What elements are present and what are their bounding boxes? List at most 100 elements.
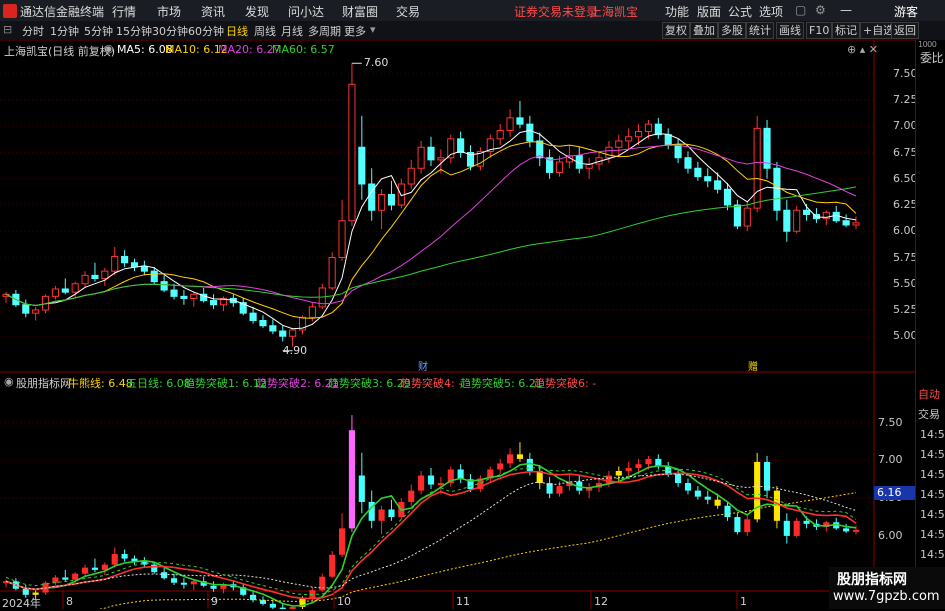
- tool-fanhui[interactable]: 返回: [891, 22, 919, 39]
- period-more[interactable]: 更多: [344, 23, 366, 39]
- sub-candle-body: [388, 509, 395, 518]
- sub-candle-body: [358, 475, 365, 502]
- candle-body: [714, 180, 722, 190]
- sub-ma10-line: [5, 470, 857, 600]
- menu-caifuquan[interactable]: 财富圈: [342, 3, 378, 20]
- period-5min[interactable]: 5分钟: [84, 23, 113, 39]
- period-1min[interactable]: 1分钟: [50, 23, 79, 39]
- candle-body: [32, 309, 40, 314]
- main-y-tick: 6.75: [893, 145, 918, 159]
- main-y-tick: 6.25: [893, 198, 918, 211]
- candle-body: [289, 329, 297, 337]
- sub-candle-body: [714, 499, 721, 506]
- sub-candle-body: [645, 458, 652, 465]
- main-y-tick: 5.00: [893, 329, 918, 343]
- menu-xuanxiang[interactable]: 选项: [759, 3, 783, 20]
- main-y-tick: 7.25: [893, 93, 918, 106]
- marker-cai[interactable]: 财: [418, 358, 428, 373]
- sub-candle-body: [170, 578, 178, 583]
- sub-candle-body: [526, 458, 533, 471]
- tab-trade[interactable]: 交易: [916, 405, 945, 425]
- login-status[interactable]: 证券交易未登录: [514, 3, 598, 20]
- settings-icon[interactable]: ⚙: [815, 3, 826, 17]
- candle-body: [803, 209, 811, 215]
- collapse-icon[interactable]: ⊟: [3, 23, 12, 36]
- tool-fuquan[interactable]: 复权: [662, 22, 690, 39]
- candle-body: [170, 289, 178, 297]
- tool-f10[interactable]: F10: [806, 22, 833, 39]
- sub-candle-body: [259, 600, 267, 604]
- period-week[interactable]: 周线: [254, 23, 276, 39]
- user-button[interactable]: 游客: [894, 3, 918, 20]
- tool-duogu[interactable]: 多股: [718, 22, 746, 39]
- sub-candle-body: [190, 581, 197, 585]
- chart-options-icon[interactable]: ⊕ ▴ ✕: [847, 43, 878, 56]
- sub-y-tick: 7.50: [878, 415, 903, 429]
- sub-candle-body: [62, 577, 69, 580]
- minimize-icon[interactable]: —: [840, 3, 852, 17]
- period-15min[interactable]: 15分钟: [116, 23, 152, 39]
- app-title: 通达信金融终端: [20, 5, 105, 19]
- candle-body: [358, 146, 366, 185]
- tool-huaxian[interactable]: 画线: [776, 22, 804, 39]
- menu-banmian[interactable]: 版面: [697, 3, 721, 20]
- sub-candle-body: [180, 582, 187, 585]
- period-fenshi[interactable]: 分时: [22, 23, 44, 39]
- sub-y-tick: 6.00: [878, 528, 903, 542]
- tool-biaoji[interactable]: 标记: [832, 22, 860, 39]
- main-y-tick: 5.50: [893, 276, 918, 290]
- tool-diejia[interactable]: 叠加: [690, 22, 718, 39]
- marker-zeng[interactable]: 赠: [748, 358, 758, 373]
- candle-body: [22, 304, 30, 314]
- period-month[interactable]: 月线: [281, 23, 303, 39]
- period-30min[interactable]: 30分钟: [152, 23, 188, 39]
- menu-jiaoyi[interactable]: 交易: [396, 3, 420, 20]
- menu-hangqing[interactable]: 行情: [112, 3, 136, 20]
- sub-ma20-line: [5, 473, 857, 590]
- candle-body: [842, 220, 850, 226]
- sub-candle-body: [151, 564, 158, 573]
- sub-candle-body: [615, 470, 622, 476]
- menu-shichang[interactable]: 市场: [157, 3, 181, 20]
- period-multi[interactable]: 多周期: [308, 23, 341, 39]
- menu-zixun[interactable]: 资讯: [201, 3, 225, 20]
- sub-candle-body: [754, 461, 761, 520]
- kline-chart[interactable]: [0, 40, 915, 609]
- watermark-url: www.7gpzb.com: [833, 589, 940, 604]
- candle-body: [111, 255, 119, 272]
- period-day[interactable]: 日线: [226, 23, 248, 39]
- tab-auto[interactable]: 自动: [916, 385, 945, 405]
- x-axis-label: 12: [594, 595, 608, 608]
- trade-time: 14:56: [920, 468, 945, 481]
- ma-toggle-icon[interactable]: ◉: [104, 42, 114, 55]
- sub-toggle-icon[interactable]: ◉: [4, 375, 14, 388]
- candle-body: [783, 209, 791, 232]
- period-60min[interactable]: 60分钟: [188, 23, 224, 39]
- x-axis-label: 8: [66, 595, 73, 608]
- ma20-line: [5, 144, 857, 307]
- high-price-label: 7.60: [363, 56, 389, 70]
- trade-time: 14:56: [920, 488, 945, 501]
- sub-candle-body: [338, 528, 346, 555]
- sub-candle-body: [556, 486, 563, 494]
- tool-tongji[interactable]: 统计: [746, 22, 774, 39]
- candle-body: [91, 274, 99, 280]
- menu-gongneng[interactable]: 功能: [665, 3, 689, 20]
- sub-candle-body: [329, 554, 336, 577]
- candle-body: [605, 146, 613, 159]
- panel-top-label: 1000: [918, 40, 937, 49]
- sub-candle-body: [269, 603, 276, 608]
- candle-body: [852, 222, 860, 226]
- menu-wenxiaoda[interactable]: 问小达: [288, 3, 324, 20]
- dropdown-icon[interactable]: ▾: [370, 23, 376, 36]
- sub-candle-body: [22, 588, 29, 595]
- watermark-title: 股朋指标网: [837, 572, 907, 588]
- restore-icon[interactable]: ▢: [795, 3, 806, 17]
- main-y-tick: 6.00: [893, 224, 918, 238]
- watermark: 股朋指标网 www.7gpzb.com: [829, 567, 945, 609]
- menu-gongshi[interactable]: 公式: [728, 3, 752, 20]
- candle-body: [437, 157, 445, 161]
- menu-faxian[interactable]: 发现: [245, 3, 269, 20]
- candle-body: [279, 330, 287, 337]
- candle-body: [51, 288, 59, 297]
